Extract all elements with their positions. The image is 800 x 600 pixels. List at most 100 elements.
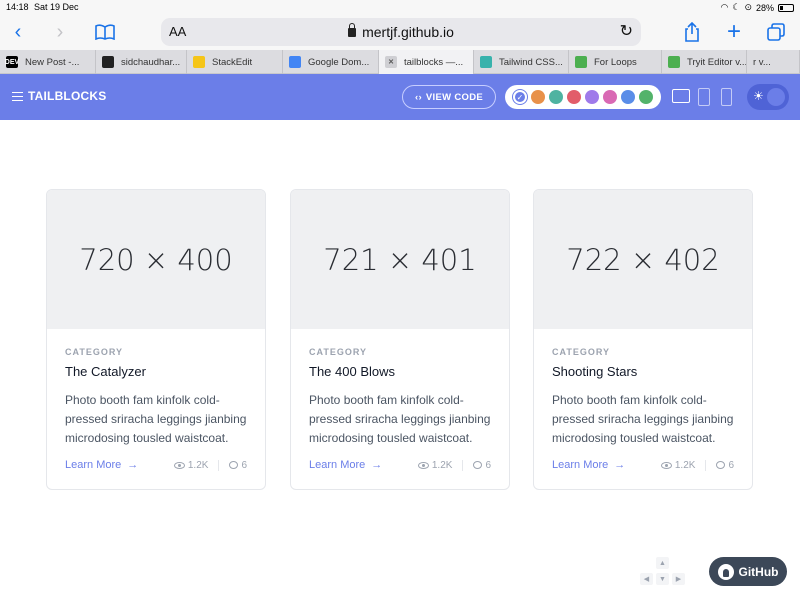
brand-label: TAILBLOCKS: [28, 89, 107, 103]
back-icon[interactable]: ‹: [6, 20, 30, 44]
view-code-button[interactable]: ‹› VIEW CODE: [402, 85, 496, 109]
card-description: Photo booth fam kinfolk cold-pressed sri…: [309, 393, 491, 445]
views-count: 1.2K: [417, 459, 464, 471]
color-swatch-3[interactable]: [567, 90, 581, 104]
forward-icon[interactable]: ›: [48, 20, 72, 44]
color-swatch-2[interactable]: [549, 90, 563, 104]
eye-icon: [417, 461, 429, 469]
arrow-right-icon[interactable]: ▶: [672, 573, 685, 585]
color-swatch-4[interactable]: [585, 90, 599, 104]
close-icon[interactable]: ✕: [385, 56, 397, 68]
github-label: GitHub: [738, 564, 779, 579]
color-swatch-1[interactable]: [531, 90, 545, 104]
comments-value: 6: [728, 459, 734, 471]
card-footer: Learn More → 1.2K 6: [552, 457, 734, 473]
card-title: Shooting Stars: [552, 364, 638, 379]
battery-icon: [778, 3, 794, 12]
tab-title: For Loops: [594, 56, 637, 68]
tab-6[interactable]: For Loops: [569, 50, 662, 74]
reload-icon[interactable]: ↻: [620, 21, 633, 41]
card-body: CATEGORY Shooting Stars Photo booth fam ki…: [534, 329, 752, 448]
bookmarks-icon[interactable]: [93, 20, 117, 44]
card-body: CATEGORY The Catalyzer Photo booth fam kin…: [47, 329, 265, 448]
tab-title: Tryit Editor v...: [687, 56, 747, 68]
comments-count: 6: [463, 460, 491, 471]
url-text: mertjf.github.io: [362, 24, 454, 40]
tab-4[interactable]: ✕ tailblocks —...: [379, 50, 474, 74]
brand[interactable]: TAILBLOCKS: [12, 89, 106, 103]
learn-more-label: Learn More: [552, 459, 609, 471]
phone-icon[interactable]: [721, 88, 732, 106]
card-image-placeholder: 721 × 401: [291, 190, 509, 329]
views-count: 1.2K: [660, 459, 707, 471]
tab-5[interactable]: Tailwind CSS...: [474, 50, 569, 74]
tab-title: r v...: [753, 56, 771, 68]
arrow-right-icon: →: [614, 459, 626, 471]
card-category: CATEGORY: [552, 347, 611, 357]
lock-icon: [348, 23, 357, 37]
menu-icon[interactable]: [12, 91, 23, 102]
color-picker: ✓: [505, 85, 661, 109]
new-tab-icon[interactable]: +: [722, 18, 746, 45]
tab-7[interactable]: Tryit Editor v...: [662, 50, 747, 74]
card-stats: 1.2K 6: [417, 459, 491, 471]
arrow-up-icon[interactable]: ▲: [656, 557, 669, 569]
views-value: 1.2K: [431, 459, 453, 471]
arrow-down-icon[interactable]: ▼: [656, 573, 669, 585]
blog-card: 720 × 400 CATEGORY The Catalyzer Photo boot…: [46, 189, 266, 490]
tabs-overview-icon[interactable]: [764, 20, 788, 44]
tab-title: New Post -...: [25, 56, 80, 68]
arrow-left-icon[interactable]: ◀: [640, 573, 653, 585]
sun-icon: ☀: [753, 89, 764, 103]
views-value: 1.2K: [674, 459, 696, 471]
color-swatch-0[interactable]: ✓: [513, 90, 527, 104]
comments-count: 6: [219, 460, 247, 471]
card-title: The Catalyzer: [65, 364, 146, 379]
address-bar[interactable]: AA mertjf.github.io ↻: [161, 18, 641, 46]
comment-icon: [716, 461, 726, 469]
desktop-icon[interactable]: [672, 89, 690, 103]
card-stats: 1.2K 6: [173, 459, 247, 471]
share-icon[interactable]: [680, 20, 704, 44]
tab-8[interactable]: r v...: [747, 50, 800, 74]
comments-value: 6: [241, 459, 247, 471]
learn-more-link[interactable]: Learn More →: [552, 459, 625, 471]
card-stats: 1.2K 6: [660, 459, 734, 471]
tailwind-icon: [480, 56, 492, 68]
learn-more-link[interactable]: Learn More →: [309, 459, 382, 471]
views-count: 1.2K: [173, 459, 220, 471]
color-swatch-6[interactable]: [621, 90, 635, 104]
views-value: 1.2K: [187, 459, 209, 471]
github-icon: [717, 563, 734, 580]
comment-icon: [229, 461, 239, 469]
browser-toolbar: ‹ › AA mertjf.github.io ↻ +: [0, 14, 800, 50]
status-time: 14:18: [6, 2, 29, 12]
learn-more-label: Learn More: [65, 459, 122, 471]
tab-title: StackEdit: [212, 56, 253, 68]
learn-more-label: Learn More: [309, 459, 366, 471]
theme-toggle[interactable]: ☀: [747, 84, 789, 110]
blog-card: 722 × 402 CATEGORY Shooting Stars Photo boo…: [533, 189, 753, 490]
card-description: Photo booth fam kinfolk cold-pressed sri…: [552, 393, 734, 445]
wifi-icon: ◠: [720, 2, 729, 12]
eye-icon: [173, 461, 185, 469]
moon-icon: ☾: [732, 2, 741, 12]
tab-2[interactable]: StackEdit: [187, 50, 283, 74]
tab-0[interactable]: DEV New Post -...: [0, 50, 96, 74]
tab-1[interactable]: sidchaudhar...: [96, 50, 187, 74]
comment-icon: [473, 461, 483, 469]
code-icon: ‹›: [414, 91, 422, 103]
view-code-label: VIEW CODE: [425, 91, 483, 103]
color-swatch-7[interactable]: [639, 90, 653, 104]
dev-icon: DEV: [5, 56, 19, 68]
github-icon: [102, 56, 114, 68]
color-swatch-5[interactable]: [603, 90, 617, 104]
url-display[interactable]: mertjf.github.io: [161, 23, 641, 40]
card-footer: Learn More → 1.2K 6: [65, 457, 247, 473]
github-button[interactable]: GitHub: [709, 557, 787, 586]
tab-3[interactable]: Google Dom...: [283, 50, 379, 74]
tablet-icon[interactable]: [698, 88, 710, 106]
learn-more-link[interactable]: Learn More →: [65, 459, 138, 471]
stackedit-icon: [193, 56, 205, 68]
tab-title: Google Dom...: [308, 56, 370, 68]
